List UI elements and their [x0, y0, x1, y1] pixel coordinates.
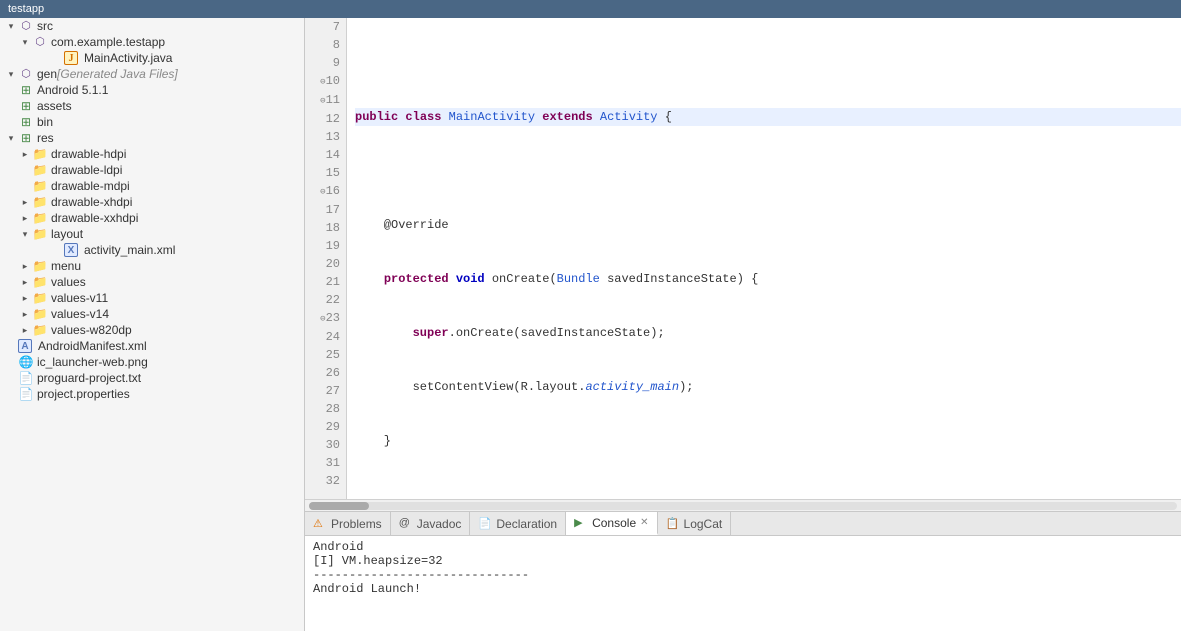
tab-problems[interactable]: ⚠ Problems: [305, 512, 391, 535]
sidebar-label: menu: [51, 259, 81, 273]
sidebar-item-values-w820dp[interactable]: ▸ 📁 values-w820dp: [0, 322, 304, 338]
sidebar-item-res[interactable]: ▾ ⊞ res: [0, 130, 304, 146]
sidebar-label: Android 5.1.1: [37, 83, 108, 97]
sidebar-item-menu[interactable]: ▸ 📁 menu: [0, 258, 304, 274]
sidebar-label: res: [37, 131, 54, 145]
horizontal-scrollbar[interactable]: [305, 499, 1181, 511]
sidebar-item-values-v14[interactable]: ▸ 📁 values-v14: [0, 306, 304, 322]
sidebar-label: activity_main.xml: [84, 243, 175, 257]
sidebar-label: layout: [51, 227, 83, 241]
sidebar-item-project-properties[interactable]: 📄 project.properties: [0, 386, 304, 402]
console-content[interactable]: Android [I] VM.heapsize=32 -------------…: [305, 536, 1181, 631]
tab-problems-label: Problems: [331, 517, 382, 531]
logcat-icon: 📋: [666, 517, 680, 531]
sidebar-item-assets[interactable]: ⊞ assets: [0, 98, 304, 114]
console-icon: ▶: [574, 516, 588, 530]
sidebar-label: AndroidManifest.xml: [38, 339, 147, 353]
sidebar-item-mainactivity[interactable]: J MainActivity.java: [0, 50, 304, 66]
sidebar-label: drawable-hdpi: [51, 147, 126, 161]
title-label: testapp: [8, 3, 44, 15]
tab-javadoc-label: Javadoc: [417, 517, 462, 531]
problems-icon: ⚠: [313, 517, 327, 531]
sidebar-label: drawable-ldpi: [51, 163, 122, 177]
tab-declaration-label: Declaration: [496, 517, 557, 531]
sidebar-item-values-v11[interactable]: ▸ 📁 values-v11: [0, 290, 304, 306]
console-tab-close[interactable]: ✕: [640, 517, 648, 528]
code-editor[interactable]: 7 8 9 ⊖10 ⊖11 12 13 14 15 ⊖16 17 18 19 2…: [305, 18, 1181, 499]
sidebar-item-android[interactable]: ⊞ Android 5.1.1: [0, 82, 304, 98]
sidebar-label: MainActivity.java: [84, 51, 172, 65]
sidebar-label: bin: [37, 115, 53, 129]
console-line-2: [I] VM.heapsize=32: [313, 554, 1173, 568]
sidebar-label: values-v14: [51, 307, 109, 321]
tab-console[interactable]: ▶ Console ✕: [566, 512, 657, 535]
sidebar-item-gen[interactable]: ▾ ⬡ gen [Generated Java Files]: [0, 66, 304, 82]
sidebar-item-proguard[interactable]: 📄 proguard-project.txt: [0, 370, 304, 386]
sidebar-item-drawable-xhdpi[interactable]: ▸ 📁 drawable-xhdpi: [0, 194, 304, 210]
sidebar-label: gen: [37, 67, 57, 81]
sidebar-item-drawable-xxhdpi[interactable]: ▸ 📁 drawable-xxhdpi: [0, 210, 304, 226]
tab-javadoc[interactable]: @ Javadoc: [391, 512, 471, 535]
sidebar-label: values-v11: [51, 291, 108, 305]
sidebar-label: proguard-project.txt: [37, 371, 141, 385]
tab-console-label: Console: [592, 516, 636, 530]
tab-logcat-label: LogCat: [684, 517, 723, 531]
sidebar-label: project.properties: [37, 387, 130, 401]
sidebar-label: ic_launcher-web.png: [37, 355, 148, 369]
sidebar-item-drawable-ldpi[interactable]: 📁 drawable-ldpi: [0, 162, 304, 178]
sidebar-item-values[interactable]: ▸ 📁 values: [0, 274, 304, 290]
title-bar: testapp: [0, 0, 1181, 18]
sidebar-item-drawable-hdpi[interactable]: ▸ 📁 drawable-hdpi: [0, 146, 304, 162]
sidebar: ▾ ⬡ src ▾ ⬡ com.example.testapp J MainAc…: [0, 18, 305, 631]
sidebar-label: values-w820dp: [51, 323, 132, 337]
sidebar-label: assets: [37, 99, 72, 113]
sidebar-item-drawable-mdpi[interactable]: 📁 drawable-mdpi: [0, 178, 304, 194]
line-numbers: 7 8 9 ⊖10 ⊖11 12 13 14 15 ⊖16 17 18 19 2…: [305, 18, 347, 499]
sidebar-label: com.example.testapp: [51, 35, 165, 49]
console-line-4: Android Launch!: [313, 582, 1173, 596]
sidebar-label: values: [51, 275, 86, 289]
tab-declaration[interactable]: 📄 Declaration: [470, 512, 566, 535]
javadoc-icon: @: [399, 517, 413, 531]
bottom-panel: ⚠ Problems @ Javadoc 📄 Declaration ▶ Con…: [305, 511, 1181, 631]
bottom-tabs: ⚠ Problems @ Javadoc 📄 Declaration ▶ Con…: [305, 512, 1181, 536]
code-area: 7 8 9 ⊖10 ⊖11 12 13 14 15 ⊖16 17 18 19 2…: [305, 18, 1181, 631]
sidebar-item-androidmanifest[interactable]: A AndroidManifest.xml: [0, 338, 304, 354]
sidebar-label: drawable-mdpi: [51, 179, 130, 193]
sidebar-item-layout[interactable]: ▾ 📁 layout: [0, 226, 304, 242]
console-line-3: ------------------------------: [313, 568, 1173, 582]
sidebar-item-com[interactable]: ▾ ⬡ com.example.testapp: [0, 34, 304, 50]
sidebar-item-ic-launcher[interactable]: 🌐 ic_launcher-web.png: [0, 354, 304, 370]
code-lines: public class MainActivity extends Activi…: [347, 18, 1181, 499]
sidebar-item-src[interactable]: ▾ ⬡ src: [0, 18, 304, 34]
declaration-icon: 📄: [478, 517, 492, 531]
sidebar-item-bin[interactable]: ⊞ bin: [0, 114, 304, 130]
sidebar-item-activity-main-xml[interactable]: X activity_main.xml: [0, 242, 304, 258]
sidebar-label: drawable-xhdpi: [51, 195, 132, 209]
sidebar-label: drawable-xxhdpi: [51, 211, 138, 225]
console-line-1: Android: [313, 540, 1173, 554]
tab-logcat[interactable]: 📋 LogCat: [658, 512, 732, 535]
sidebar-label: src: [37, 19, 53, 33]
